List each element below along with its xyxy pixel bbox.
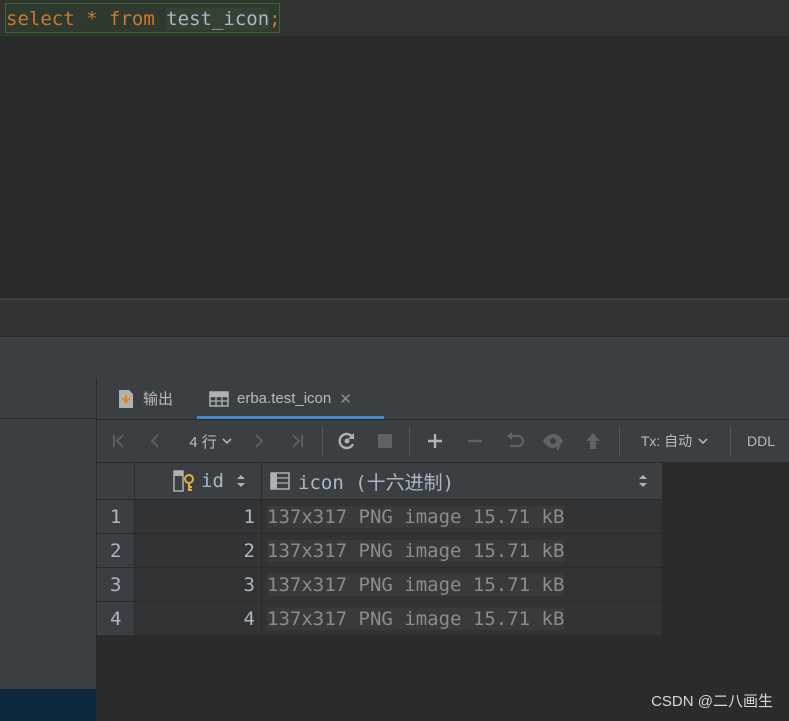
add-row-icon[interactable] (421, 420, 449, 462)
services-header-bar (0, 337, 789, 378)
sql-statement[interactable]: select * from test_icon; (6, 8, 281, 30)
cell-icon[interactable]: 137x317 PNG image 15.71 kB (262, 602, 662, 635)
tab-output[interactable]: 输出 (117, 378, 173, 419)
refresh-icon[interactable] (333, 420, 361, 462)
preview-changes-icon[interactable] (539, 420, 567, 462)
column-header-icon[interactable]: icon (十六进制) (262, 463, 662, 499)
column-icon (270, 472, 290, 490)
row-count-dropdown[interactable]: 4 行 (183, 420, 239, 462)
chevron-down-icon (698, 438, 708, 445)
column-header-id[interactable]: id (135, 463, 261, 499)
keyword-from: from (109, 8, 155, 30)
tab-test-icon-label: erba.test_icon (237, 390, 332, 407)
watermark: CSDN @二八画生 (651, 693, 773, 710)
keyword-select: select (6, 8, 75, 30)
ddl-label: DDL (746, 433, 775, 449)
close-icon[interactable]: ✕ (339, 390, 352, 408)
grid-corner[interactable] (97, 463, 134, 499)
tx-mode-dropdown[interactable]: Tx: 自动 (633, 420, 717, 462)
ddl-button[interactable]: DDL (741, 420, 781, 462)
cell-icon-value: 137x317 PNG image 15.71 kB (267, 539, 565, 562)
row-number[interactable]: 2 (97, 534, 134, 567)
stop-icon[interactable] (371, 420, 399, 462)
chevron-down-icon (222, 438, 232, 445)
cell-id[interactable]: 3 (135, 568, 261, 601)
active-tab-indicator (197, 416, 384, 419)
divider (0, 418, 96, 419)
semicolon-token: ; (269, 8, 281, 30)
delete-row-icon[interactable] (461, 420, 489, 462)
star-token: * (86, 8, 98, 30)
cell-icon[interactable]: 137x317 PNG image 15.71 kB (262, 500, 662, 533)
primary-key-column-icon (173, 470, 197, 492)
table-icon (209, 390, 229, 407)
cell-id[interactable]: 2 (135, 534, 261, 567)
tab-output-label: 输出 (143, 391, 174, 408)
results-tab-bar: 输出 erba.test_icon ✕ (97, 378, 789, 419)
submit-icon[interactable] (579, 420, 607, 462)
sql-editor[interactable]: select * from test_icon; (0, 0, 789, 298)
toolbar-separator (730, 426, 731, 456)
sort-icon[interactable] (236, 474, 246, 488)
tab-test-icon[interactable]: erba.test_icon ✕ (209, 378, 352, 419)
row-number[interactable]: 1 (97, 500, 134, 533)
first-page-icon[interactable] (105, 420, 133, 462)
editor-footer-bar (0, 300, 789, 337)
toolbar-separator (409, 426, 410, 456)
previous-page-icon[interactable] (143, 420, 167, 462)
services-tree-panel (0, 378, 96, 721)
row-number[interactable]: 4 (97, 602, 134, 635)
cell-icon[interactable]: 137x317 PNG image 15.71 kB (262, 568, 662, 601)
next-page-icon[interactable] (247, 420, 271, 462)
toolbar-separator (322, 426, 323, 456)
revert-icon[interactable] (501, 420, 529, 462)
results-panel: 输出 erba.test_icon ✕ 4 行 Tx: 自动 DDL id ic… (97, 378, 789, 721)
cell-icon[interactable]: 137x317 PNG image 15.71 kB (262, 534, 662, 567)
last-page-icon[interactable] (283, 420, 311, 462)
output-icon (117, 389, 135, 409)
tx-mode-label: Tx: 自动 (640, 433, 693, 449)
results-toolbar: 4 行 Tx: 自动 DDL (97, 420, 789, 462)
cell-icon-value: 137x317 PNG image 15.71 kB (267, 607, 565, 630)
column-header-id-label: id (201, 470, 224, 492)
cell-id[interactable]: 4 (135, 602, 261, 635)
cell-icon-value: 137x317 PNG image 15.71 kB (267, 573, 565, 596)
row-count-label: 4 行 (189, 433, 217, 451)
table-identifier: test_icon (166, 8, 270, 30)
sort-icon[interactable] (638, 474, 648, 488)
selected-tree-item[interactable] (0, 689, 96, 721)
cell-icon-value: 137x317 PNG image 15.71 kB (267, 505, 565, 528)
toolbar-separator (619, 426, 620, 456)
cell-id[interactable]: 1 (135, 500, 261, 533)
column-header-icon-label: icon (十六进制) (298, 471, 455, 494)
row-number[interactable]: 3 (97, 568, 134, 601)
